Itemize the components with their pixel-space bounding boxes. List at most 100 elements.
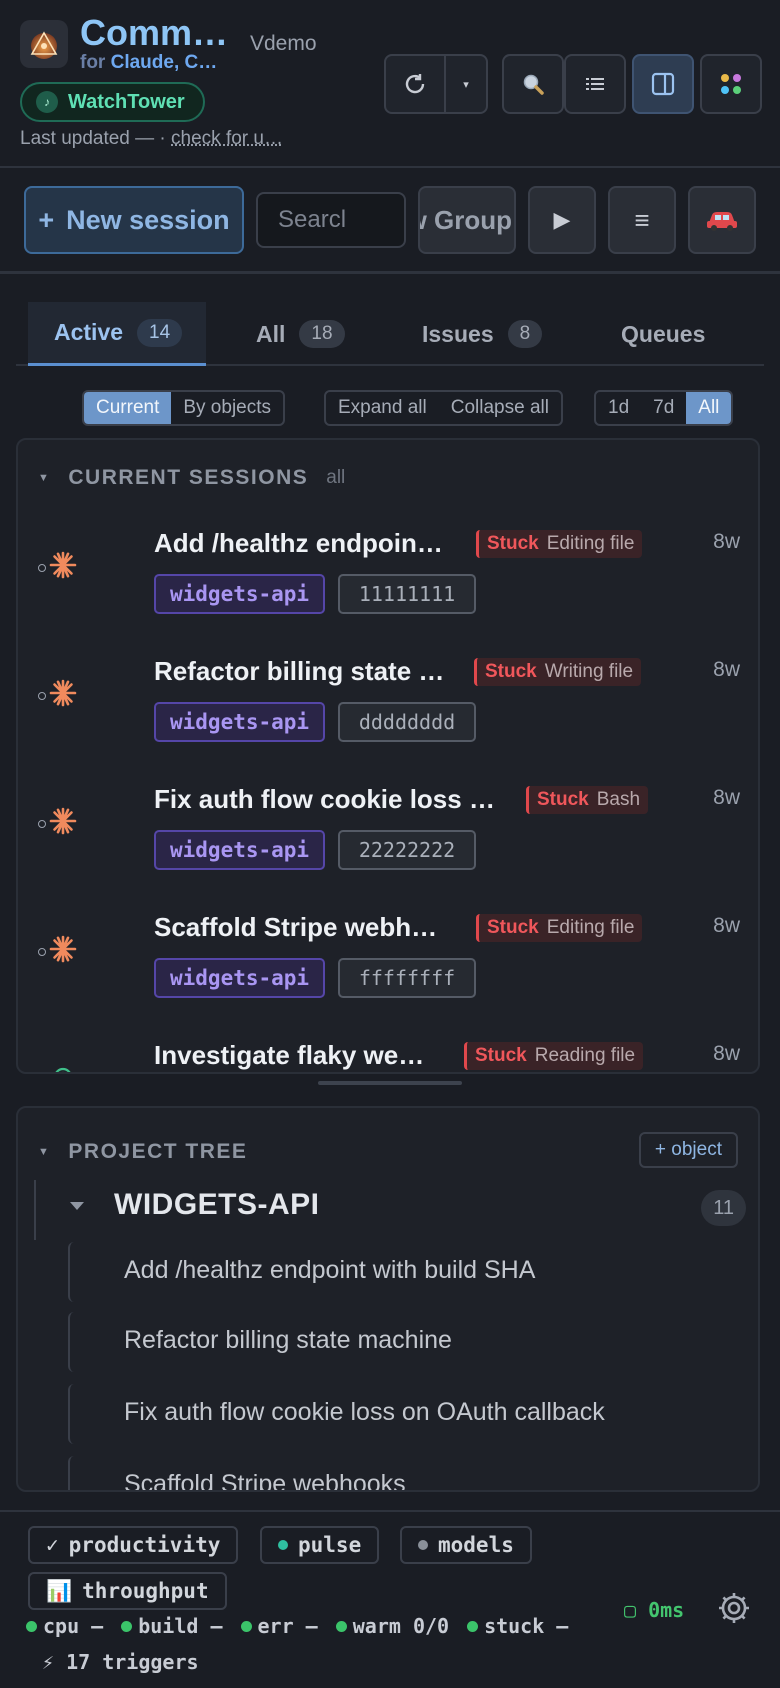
refresh-button[interactable]	[384, 54, 446, 114]
status-dot	[38, 948, 46, 956]
session-search-input[interactable]	[256, 192, 406, 248]
gear-icon[interactable]	[716, 1590, 752, 1626]
range-all-button[interactable]: All	[686, 392, 732, 424]
status-dot	[38, 692, 46, 700]
triggers-count[interactable]: ⚡ 17 triggers	[42, 1650, 199, 1674]
productivity-chip[interactable]: ✓ productivity	[28, 1526, 239, 1564]
project-tag[interactable]: widgets-api	[154, 958, 326, 998]
session-id-tag[interactable]: ffffffff	[338, 958, 476, 998]
bar-chart-icon: 📊	[46, 1578, 73, 1603]
range-7d-button[interactable]: 7d	[641, 392, 686, 424]
view-by-objects-button[interactable]: By objects	[171, 392, 283, 424]
session-row[interactable]: Refactor billing state … Stuck Writing fi…	[18, 648, 758, 776]
tree-node-count: 11	[701, 1190, 746, 1226]
panel-resize-handle[interactable]	[318, 1081, 462, 1085]
apps-grid-icon	[721, 74, 741, 94]
ok-status-icon	[467, 1620, 479, 1632]
app-title: Comm…	[80, 12, 229, 53]
range-1d-button[interactable]: 1d	[596, 392, 641, 424]
last-updated: Last updated — · check for u…	[20, 128, 283, 149]
tab-count-badge: 8	[507, 320, 543, 348]
stat-stuck: stuck —	[467, 1614, 568, 1638]
workspace-label[interactable]: Vdemo	[250, 32, 317, 56]
watchtower-icon: ♪	[36, 91, 58, 113]
claude-spark-icon	[49, 679, 77, 707]
expand-all-button[interactable]: Expand all	[326, 392, 439, 424]
stat-cpu: cpu —	[26, 1614, 103, 1638]
pulse-status-icon	[278, 1540, 288, 1550]
latency-readout: ▢ 0ms	[624, 1598, 685, 1622]
expand-collapse-group: Expand all Collapse all	[324, 390, 563, 426]
toggle-panel-button[interactable]	[632, 54, 694, 114]
project-tree-panel: ▼ PROJECT TREE + object WIDGETS-API 11 A…	[16, 1106, 760, 1492]
caret-down-icon	[70, 1202, 84, 1210]
check-icon: ✓	[46, 1533, 59, 1557]
menu-button[interactable]: ≡	[608, 186, 676, 254]
status-badge: Stuck Editing file	[476, 530, 643, 558]
ok-status-icon	[335, 1620, 347, 1632]
tab-all[interactable]: All 18	[256, 302, 345, 366]
status-footer: ✓ productivity pulse models 📊 throughput…	[0, 1510, 780, 1688]
claude-spark-icon	[49, 935, 77, 963]
project-tag[interactable]: widgets-api	[154, 702, 326, 742]
claude-spark-icon	[49, 551, 77, 579]
collapse-all-button[interactable]: Collapse all	[439, 392, 561, 424]
session-row[interactable]: Add /healthz endpoin… Stuck Editing file …	[18, 520, 758, 648]
project-tag[interactable]: widgets-api	[154, 830, 326, 870]
session-id-tag[interactable]: dddddddd	[338, 702, 476, 742]
throughput-chip[interactable]: 📊 throughput	[28, 1572, 227, 1610]
session-title: Fix auth flow cookie loss …	[154, 784, 495, 814]
tree-item[interactable]: Add /healthz endpoint with build SHA	[68, 1242, 748, 1302]
tab-issues[interactable]: Issues 8	[422, 302, 543, 366]
view-current-button[interactable]: Current	[84, 392, 172, 424]
car-button[interactable]	[688, 186, 756, 254]
refresh-dropdown-button[interactable]: ▾	[444, 54, 488, 114]
apps-button[interactable]	[700, 54, 762, 114]
tab-active[interactable]: Active 14	[28, 302, 206, 366]
tree-node-name: WIDGETS-API	[114, 1188, 320, 1221]
app-header: Comm… for Claude, C… Vdemo ♪ WatchTower …	[0, 0, 780, 168]
status-badge: Stuck Reading file	[464, 1042, 644, 1070]
pulse-chip[interactable]: pulse	[260, 1526, 380, 1564]
status-dot	[38, 564, 46, 572]
session-row[interactable]: Fix auth flow cookie loss … Stuck Bash 8w…	[18, 776, 758, 904]
tree-item[interactable]: Refactor billing state machine	[68, 1312, 748, 1372]
stat-warm: warm 0/0	[335, 1614, 449, 1638]
tree-item[interactable]: Fix auth flow cookie loss on OAuth callb…	[68, 1384, 748, 1444]
system-stats: cpu — build — err — warm 0/0 stuck —	[26, 1614, 568, 1638]
session-id-tag[interactable]: 22222222	[338, 830, 476, 870]
car-icon	[707, 212, 737, 231]
project-tree-header[interactable]: ▼ PROJECT TREE	[38, 1140, 247, 1164]
models-chip[interactable]: models	[400, 1526, 532, 1564]
claude-spark-icon	[49, 807, 77, 835]
session-age: 8w	[713, 914, 740, 937]
status-badge: Stuck Bash	[526, 786, 649, 814]
tree-node-widgets-api[interactable]: WIDGETS-API 11	[34, 1180, 746, 1240]
session-row[interactable]: Scaffold Stripe webh… Stuck Editing file …	[18, 904, 758, 1032]
tab-queues[interactable]: Queues	[621, 302, 705, 366]
project-tag[interactable]: widgets-api	[154, 574, 326, 614]
session-age: 8w	[713, 1042, 740, 1065]
play-button[interactable]: ▶	[528, 186, 596, 254]
tab-count-badge: 18	[299, 320, 345, 348]
tree-item[interactable]: Scaffold Stripe webhooks	[68, 1456, 748, 1490]
watchtower-badge[interactable]: ♪ WatchTower	[20, 82, 205, 122]
search-button[interactable]	[502, 54, 564, 114]
models-status-icon	[418, 1540, 428, 1550]
status-dot	[38, 820, 46, 828]
new-session-button[interactable]: + New session	[24, 186, 244, 254]
list-view-button[interactable]	[564, 54, 626, 114]
session-title: Refactor billing state …	[154, 656, 445, 686]
openai-knot-icon	[55, 1067, 71, 1072]
session-tabs: Active 14 All 18 Issues 8 Queues	[16, 302, 764, 366]
current-sessions-header[interactable]: ▼ CURRENT SESSIONS all	[38, 466, 345, 490]
watchtower-label: WatchTower	[68, 90, 185, 113]
add-object-button[interactable]: + object	[638, 1132, 738, 1168]
new-group-button[interactable]: w Group	[418, 186, 516, 254]
check-updates-link[interactable]: check for u…	[171, 128, 283, 149]
menu-icon: ≡	[634, 204, 650, 235]
play-icon: ▶	[553, 207, 571, 232]
caret-down-icon: ▼	[38, 472, 51, 484]
session-row[interactable]: Investigate flaky we… Stuck Reading file …	[18, 1032, 758, 1072]
session-id-tag[interactable]: 11111111	[338, 574, 476, 614]
